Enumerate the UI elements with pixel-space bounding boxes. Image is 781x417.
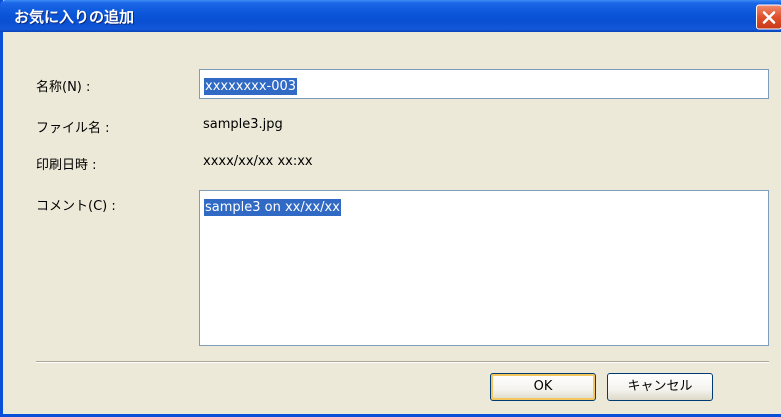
- name-input-value: xxxxxxxx-003: [204, 78, 298, 95]
- dialog-title: お気に入りの追加: [14, 8, 135, 26]
- name-label: 名称(N) :: [36, 80, 91, 95]
- add-favorite-dialog: お気に入りの追加 名称(N) : xxxxxxxx-003 ファイル名 : sa…: [0, 0, 781, 417]
- filename-value: sample3.jpg: [203, 117, 283, 132]
- title-bar[interactable]: お気に入りの追加: [0, 0, 781, 32]
- cancel-button[interactable]: キャンセル: [607, 373, 713, 401]
- print-datetime-label: 印刷日時 :: [36, 158, 97, 173]
- comment-textarea-value: sample3 on xx/xx/xx: [204, 199, 341, 216]
- comment-label: コメント(C) :: [36, 199, 116, 214]
- filename-label: ファイル名 :: [36, 121, 110, 136]
- ok-button[interactable]: OK: [490, 373, 596, 401]
- comment-textarea[interactable]: sample3 on xx/xx/xx: [199, 190, 769, 346]
- close-button[interactable]: [756, 4, 781, 30]
- close-icon: [762, 11, 776, 24]
- name-input[interactable]: xxxxxxxx-003: [199, 69, 769, 99]
- separator: [36, 361, 769, 363]
- print-datetime-value: xxxx/xx/xx xx:xx: [203, 154, 313, 169]
